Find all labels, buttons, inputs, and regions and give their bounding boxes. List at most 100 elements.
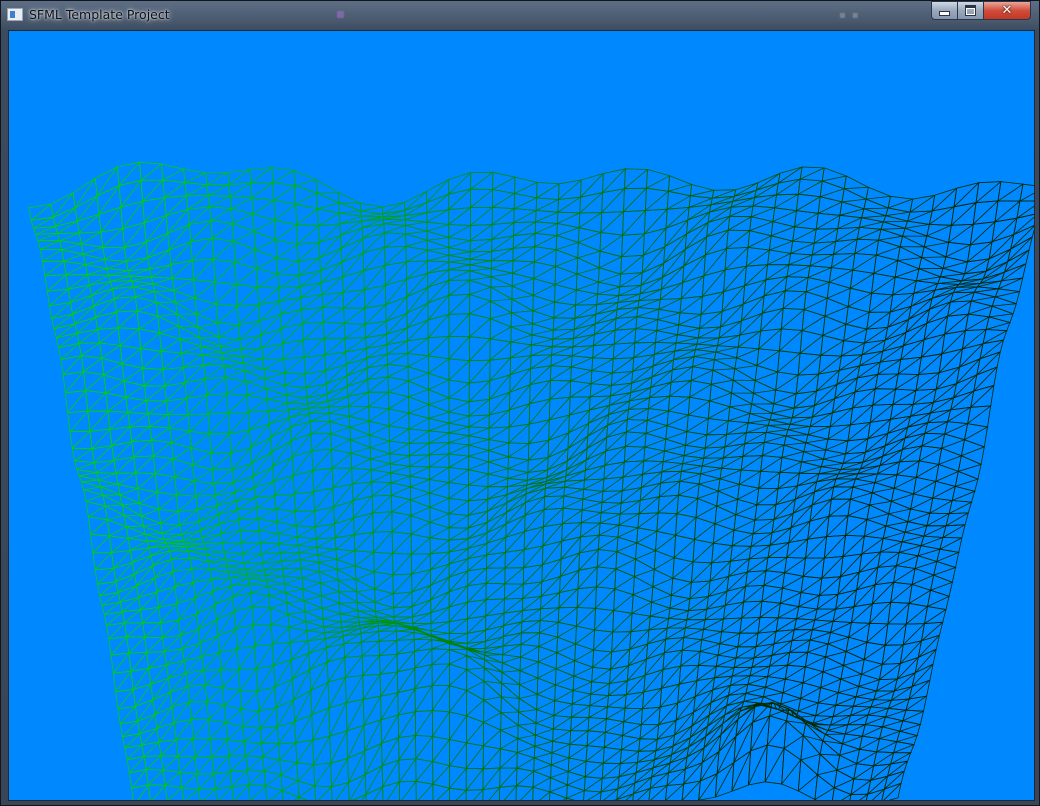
terrain-cell bbox=[335, 548, 357, 567]
terrain-cell bbox=[504, 549, 526, 569]
terrain-cell bbox=[694, 677, 716, 698]
terrain-cell bbox=[632, 788, 651, 800]
terrain-cell bbox=[554, 265, 579, 291]
terrain-cell bbox=[893, 741, 916, 754]
terrain-cell bbox=[347, 750, 366, 783]
terrain-cell bbox=[407, 337, 430, 357]
terrain-cell bbox=[619, 500, 641, 515]
terrain-cell bbox=[250, 437, 273, 465]
terrain-cell bbox=[348, 415, 371, 436]
terrain-cell bbox=[74, 316, 99, 334]
terrain-cell bbox=[219, 345, 243, 358]
terrain-cell bbox=[815, 702, 838, 717]
terrain-cell bbox=[370, 458, 392, 474]
terrain-cell bbox=[251, 451, 274, 478]
terrain-cell bbox=[117, 585, 139, 603]
terrain-cell bbox=[904, 521, 928, 537]
terrain-cell bbox=[96, 184, 122, 216]
terrain-cell bbox=[409, 475, 432, 494]
terrain-cell bbox=[98, 206, 124, 233]
terrain-cell bbox=[698, 473, 721, 492]
render-viewport[interactable] bbox=[8, 30, 1035, 801]
terrain-cell bbox=[310, 681, 330, 717]
terrain-cell bbox=[78, 231, 104, 248]
terrain-cell bbox=[311, 707, 331, 741]
terrain-cell bbox=[791, 629, 813, 642]
terrain-cell bbox=[286, 394, 309, 405]
terrain-cell bbox=[883, 770, 905, 791]
terrain-cell bbox=[142, 197, 167, 224]
terrain-cell bbox=[302, 337, 326, 359]
terrain-cell bbox=[594, 309, 618, 325]
terrain-cell bbox=[286, 602, 307, 623]
terrain-cell bbox=[549, 365, 573, 382]
terrain-cell bbox=[482, 786, 501, 800]
terrain-cell bbox=[241, 542, 263, 555]
terrain-cell bbox=[254, 643, 275, 671]
terrain-cell bbox=[911, 663, 934, 688]
terrain-cell bbox=[896, 460, 921, 478]
terrain-cell bbox=[164, 382, 188, 402]
terrain-cell bbox=[225, 722, 245, 743]
terrain-cell bbox=[384, 261, 408, 287]
terrain-cell bbox=[658, 298, 682, 314]
terrain-cell bbox=[938, 447, 963, 472]
terrain-cell bbox=[731, 529, 755, 547]
terrain-cell bbox=[653, 745, 674, 761]
terrain-cell bbox=[488, 439, 511, 458]
terrain-cell bbox=[586, 424, 608, 450]
terrain-cell bbox=[803, 442, 827, 460]
terrain-cell bbox=[179, 338, 203, 356]
terrain-cell bbox=[138, 161, 164, 182]
terrain-cell bbox=[840, 340, 866, 357]
terrain-cell bbox=[107, 410, 131, 430]
terrain-cell bbox=[733, 657, 755, 669]
terrain-cell bbox=[331, 449, 353, 470]
terrain-cell bbox=[850, 603, 874, 624]
terrain-cell bbox=[341, 624, 361, 633]
terrain-cell bbox=[813, 384, 838, 407]
terrain-cell bbox=[773, 389, 798, 409]
close-button[interactable]: ✕ bbox=[984, 1, 1031, 20]
terrain-cell bbox=[923, 525, 947, 538]
terrain-cell bbox=[760, 455, 784, 473]
terrain-cell bbox=[288, 626, 309, 644]
terrain-cell bbox=[499, 767, 518, 789]
terrain-cell bbox=[448, 601, 469, 623]
terrain-cell bbox=[601, 762, 622, 780]
terrain-cell bbox=[686, 608, 708, 621]
terrain-cell bbox=[361, 655, 381, 677]
terrain-cell bbox=[666, 190, 692, 210]
terrain-cell bbox=[251, 606, 272, 626]
terrain-cell bbox=[483, 699, 502, 731]
terrain-cell bbox=[809, 412, 833, 428]
maximize-button[interactable] bbox=[958, 1, 984, 20]
terrain-cell bbox=[448, 497, 470, 516]
terrain-cell bbox=[362, 246, 386, 272]
terrain-cell bbox=[327, 395, 350, 408]
terrain-cell bbox=[550, 354, 573, 368]
terrain-cell bbox=[550, 764, 570, 786]
terrain-cell bbox=[155, 301, 180, 327]
terrain-cell bbox=[259, 542, 281, 555]
terrain-cell bbox=[897, 356, 923, 375]
terrain-cell bbox=[866, 622, 889, 646]
terrain-cell bbox=[506, 493, 527, 514]
terrain-cell bbox=[525, 487, 546, 504]
title-bar[interactable]: SFML Template Project ▪▪ ✕ bbox=[1, 1, 1039, 29]
terrain-cell bbox=[143, 755, 164, 771]
terrain-cell bbox=[274, 493, 296, 512]
terrain-cell bbox=[486, 512, 507, 534]
terrain-cell bbox=[103, 374, 127, 398]
terrain-cell bbox=[342, 289, 366, 309]
terrain-cell bbox=[165, 208, 190, 235]
minimize-button[interactable] bbox=[931, 1, 958, 20]
terrain-cell bbox=[566, 435, 589, 463]
terrain-cell bbox=[448, 513, 470, 529]
terrain-cell bbox=[789, 639, 812, 654]
terrain-cell bbox=[490, 276, 513, 300]
terrain-cell bbox=[816, 593, 840, 610]
window-app-icon[interactable] bbox=[7, 8, 23, 21]
terrain-cell bbox=[329, 730, 349, 764]
terrain-cell bbox=[597, 267, 622, 288]
